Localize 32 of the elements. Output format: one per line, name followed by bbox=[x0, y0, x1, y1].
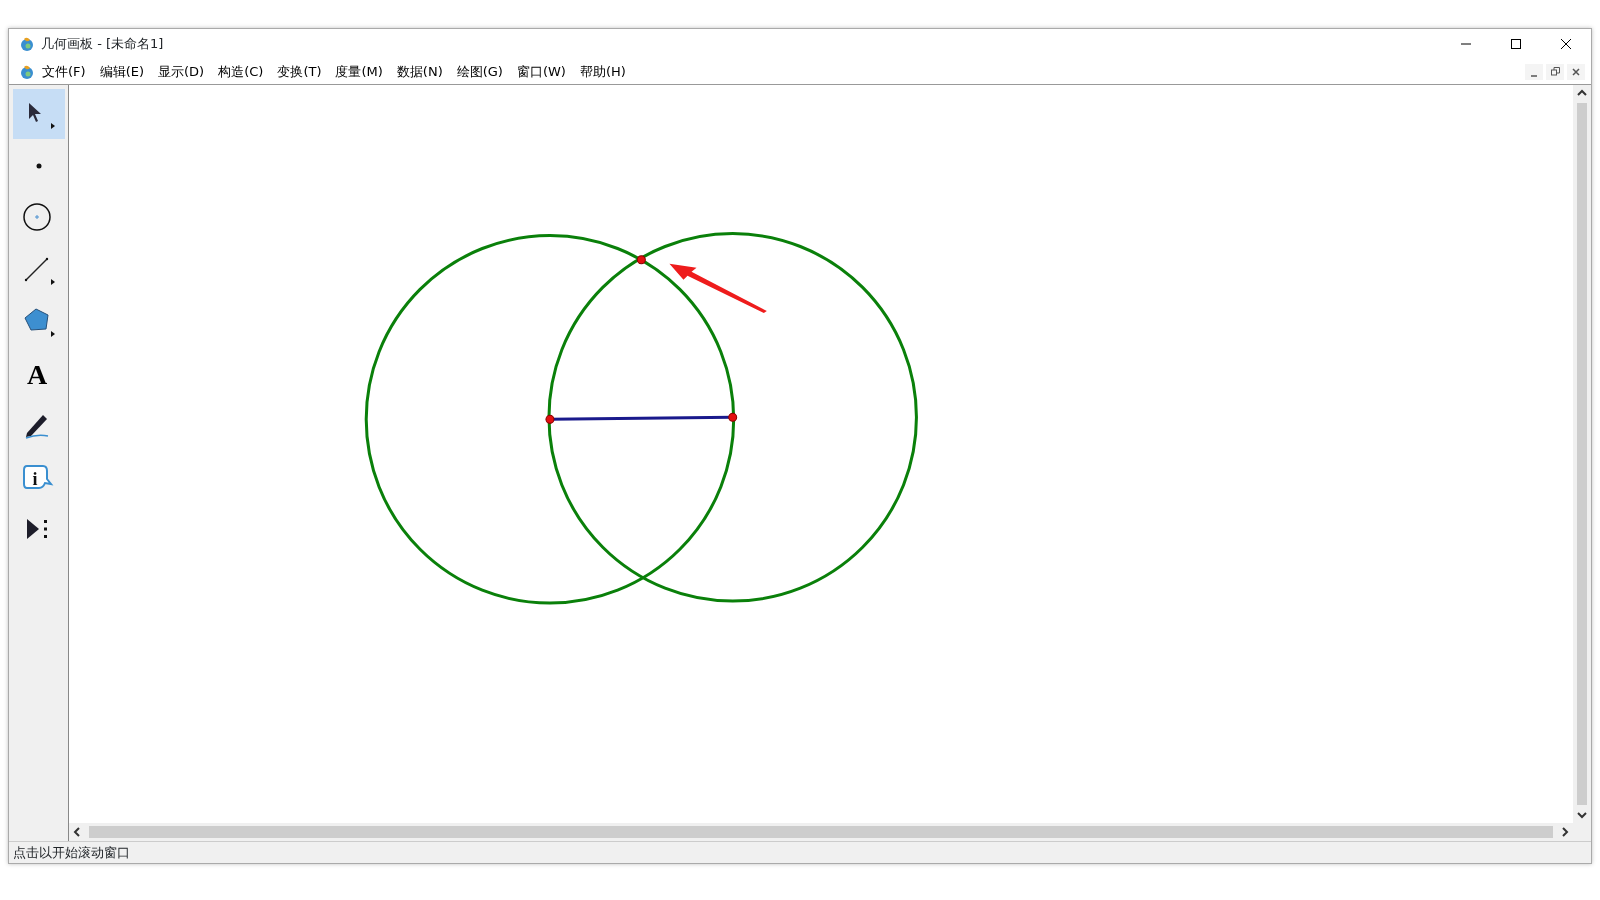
minimize-button[interactable] bbox=[1525, 63, 1543, 80]
tool-button[interactable]: i bbox=[12, 453, 65, 503]
document-icon bbox=[19, 63, 35, 80]
close-icon bbox=[1572, 67, 1580, 76]
letter-icon: A bbox=[20, 357, 57, 391]
menu-item[interactable]: 显示(D) bbox=[151, 61, 212, 82]
tool-button[interactable] bbox=[12, 89, 65, 139]
restore-button[interactable] bbox=[1546, 63, 1564, 80]
scrollbar-thumb[interactable] bbox=[1577, 103, 1587, 805]
menu-item[interactable]: 度量(M) bbox=[328, 61, 390, 82]
close-button[interactable] bbox=[1567, 63, 1585, 80]
point bbox=[545, 414, 555, 424]
scrollbar-thumb[interactable] bbox=[89, 826, 1553, 838]
window-title: 几何画板 - [未命名1] bbox=[41, 35, 164, 54]
tool-button[interactable]: A bbox=[12, 349, 65, 399]
status-text: 点击以开始滚动窗口 bbox=[13, 843, 130, 862]
menu-item[interactable]: 编辑(E) bbox=[92, 61, 151, 82]
minimize-icon bbox=[1531, 74, 1537, 77]
restore-icon bbox=[1550, 67, 1560, 76]
menu-item[interactable]: 绘图(G) bbox=[449, 61, 510, 82]
point-icon bbox=[35, 163, 42, 169]
point bbox=[728, 412, 738, 422]
point bbox=[636, 255, 646, 265]
menu-item[interactable]: 数据(N) bbox=[389, 61, 450, 82]
menu-item[interactable]: 帮助(H) bbox=[572, 61, 633, 82]
menu-item[interactable]: 窗口(W) bbox=[509, 61, 573, 82]
menu-item[interactable]: 构造(C) bbox=[211, 61, 271, 82]
maximize-icon bbox=[1510, 38, 1522, 50]
app-logo-icon bbox=[19, 36, 35, 52]
menu-item[interactable]: 变换(T) bbox=[270, 61, 329, 82]
close-icon bbox=[1560, 38, 1572, 50]
menu-item[interactable]: 文件(F) bbox=[35, 61, 93, 82]
